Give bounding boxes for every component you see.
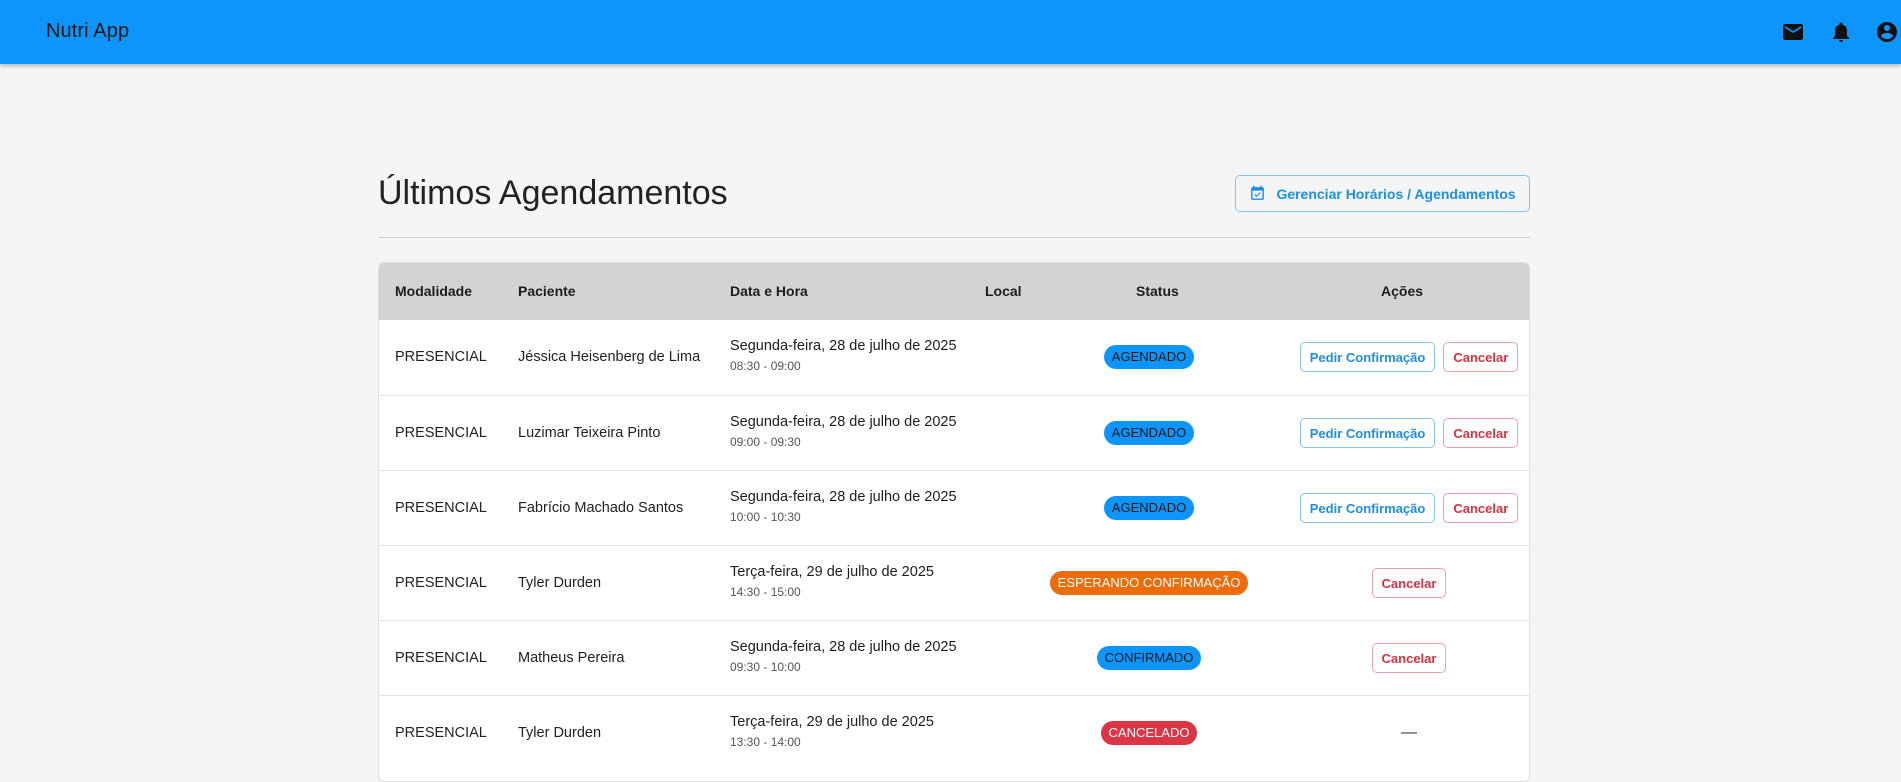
paciente-cell: Luzimar Teixeira Pinto [518, 425, 661, 441]
date-time-cell: Segunda-feira, 28 de julho de 2025 09:00… [730, 414, 957, 449]
status-badge: CONFIRMADO [1096, 646, 1202, 670]
modalidade-cell: PRESENCIAL [395, 575, 487, 591]
date-text: Segunda-feira, 28 de julho de 2025 [730, 338, 957, 354]
date-text: Terça-feira, 29 de julho de 2025 [730, 564, 934, 580]
app-bar: Nutri App [0, 0, 1901, 64]
actions-cell: Pedir Confirmação Cancelar [1299, 342, 1519, 372]
modalidade-cell: PRESENCIAL [395, 349, 487, 365]
modalidade-cell: PRESENCIAL [395, 425, 487, 441]
status-badge: AGENDADO [1103, 496, 1195, 520]
table-header: Modalidade Paciente Data e Hora Local St… [379, 263, 1529, 320]
cancel-button[interactable]: Cancelar [1371, 568, 1447, 598]
time-range-text: 13:30 - 14:00 [730, 735, 801, 749]
table-row: PRESENCIAL Matheus Pereira Segunda-feira… [379, 620, 1529, 695]
manage-schedules-button[interactable]: Gerenciar Horários / Agendamentos [1235, 175, 1530, 212]
header-data-hora: Data e Hora [730, 283, 808, 299]
date-text: Segunda-feira, 28 de julho de 2025 [730, 414, 957, 430]
request-confirmation-button[interactable]: Pedir Confirmação [1299, 342, 1436, 372]
status-badge: ESPERANDO CONFIRMAÇÃO [1049, 571, 1249, 595]
status-badge: AGENDADO [1103, 345, 1195, 369]
table-body: PRESENCIAL Jéssica Heisenberg de Lima Se… [379, 320, 1529, 770]
paciente-cell: Matheus Pereira [518, 650, 625, 666]
date-text: Segunda-feira, 28 de julho de 2025 [730, 489, 957, 505]
page-title: Últimos Agendamentos [378, 174, 728, 212]
status-cell: AGENDADO [1049, 421, 1249, 445]
app-title[interactable]: Nutri App [46, 20, 129, 43]
table-row: PRESENCIAL Tyler Durden Terça-feira, 29 … [379, 545, 1529, 620]
request-confirmation-button[interactable]: Pedir Confirmação [1299, 418, 1436, 448]
cancel-button[interactable]: Cancelar [1443, 493, 1519, 523]
status-cell: AGENDADO [1049, 496, 1249, 520]
date-text: Segunda-feira, 28 de julho de 2025 [730, 639, 957, 655]
modalidade-cell: PRESENCIAL [395, 500, 487, 516]
status-cell: CONFIRMADO [1049, 646, 1249, 670]
cancel-button[interactable]: Cancelar [1371, 643, 1447, 673]
paciente-cell: Tyler Durden [518, 575, 602, 591]
status-badge: CANCELADO [1100, 721, 1198, 745]
status-badge: AGENDADO [1103, 421, 1195, 445]
status-cell: ESPERANDO CONFIRMAÇÃO [1049, 571, 1249, 595]
cancel-button[interactable]: Cancelar [1443, 418, 1519, 448]
time-range-text: 09:00 - 09:30 [730, 435, 801, 449]
modalidade-cell: PRESENCIAL [395, 650, 487, 666]
modalidade-cell: PRESENCIAL [395, 725, 487, 741]
actions-cell: Pedir Confirmação Cancelar [1299, 418, 1519, 448]
appointments-table: Modalidade Paciente Data e Hora Local St… [378, 262, 1530, 782]
date-time-cell: Segunda-feira, 28 de julho de 2025 10:00… [730, 489, 957, 524]
status-cell: CANCELADO [1049, 721, 1249, 745]
table-row: PRESENCIAL Jéssica Heisenberg de Lima Se… [379, 320, 1529, 395]
manage-schedules-label: Gerenciar Horários / Agendamentos [1276, 185, 1516, 202]
page-header: Últimos Agendamentos Gerenciar Horários … [378, 170, 1530, 238]
actions-cell: — [1299, 718, 1519, 748]
date-time-cell: Segunda-feira, 28 de julho de 2025 08:30… [730, 338, 957, 373]
status-cell: AGENDADO [1049, 345, 1249, 369]
header-paciente: Paciente [518, 283, 576, 299]
actions-cell: Cancelar [1299, 568, 1519, 598]
header-modalidade: Modalidade [395, 283, 473, 299]
mail-icon[interactable] [1781, 20, 1805, 44]
table-row: PRESENCIAL Luzimar Teixeira Pinto Segund… [379, 395, 1529, 470]
paciente-cell: Tyler Durden [518, 725, 602, 741]
calendar-check-icon [1251, 185, 1265, 200]
request-confirmation-button[interactable]: Pedir Confirmação [1299, 493, 1436, 523]
header-acoes: Ações [1381, 283, 1424, 299]
bell-icon[interactable] [1829, 20, 1853, 44]
no-action-dash: — [1401, 724, 1417, 741]
actions-cell: Pedir Confirmação Cancelar [1299, 493, 1519, 523]
header-local: Local [985, 283, 1022, 299]
cancel-button[interactable]: Cancelar [1443, 342, 1519, 372]
paciente-cell: Fabrício Machado Santos [518, 500, 684, 516]
date-time-cell: Segunda-feira, 28 de julho de 2025 09:30… [730, 639, 957, 674]
paciente-cell: Jéssica Heisenberg de Lima [518, 349, 701, 365]
account-circle-icon[interactable] [1875, 20, 1899, 44]
date-time-cell: Terça-feira, 29 de julho de 2025 14:30 -… [730, 564, 934, 599]
table-row: PRESENCIAL Fabrício Machado Santos Segun… [379, 470, 1529, 545]
time-range-text: 08:30 - 09:00 [730, 359, 801, 373]
actions-cell: Cancelar [1299, 643, 1519, 673]
date-time-cell: Terça-feira, 29 de julho de 2025 13:30 -… [730, 714, 934, 749]
time-range-text: 10:00 - 10:30 [730, 510, 801, 524]
date-text: Terça-feira, 29 de julho de 2025 [730, 714, 934, 730]
header-status: Status [1136, 283, 1179, 299]
time-range-text: 14:30 - 15:00 [730, 585, 801, 599]
time-range-text: 09:30 - 10:00 [730, 660, 801, 674]
